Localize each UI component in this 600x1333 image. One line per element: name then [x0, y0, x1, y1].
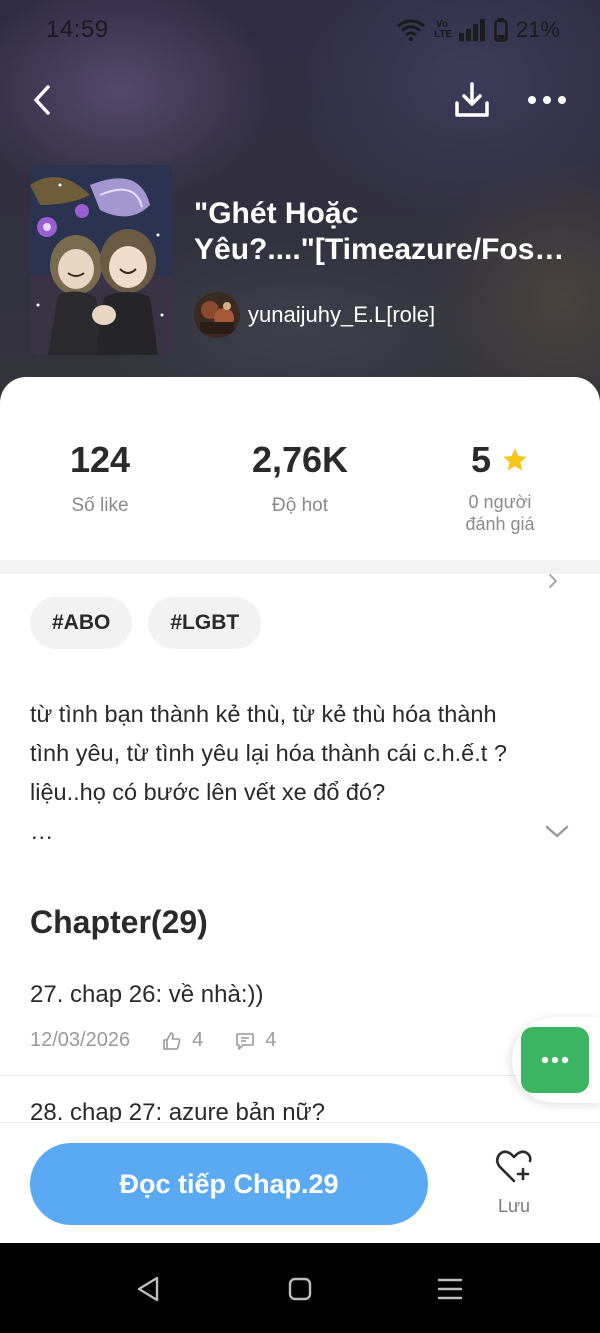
- square-home-icon: [288, 1277, 312, 1301]
- hot-count: 2,76K: [251, 439, 349, 480]
- chapter-heading: Chapter(29): [30, 904, 208, 940]
- download-icon: [455, 82, 489, 117]
- cover-artwork: [30, 165, 172, 355]
- description-text: từ tình bạn thành kẻ thù, từ kẻ thù hóa …: [30, 701, 507, 805]
- chevron-left-icon: [34, 85, 50, 115]
- floating-chat-button[interactable]: [521, 1027, 589, 1093]
- chapter-date: 12/03/2026: [30, 1029, 131, 1051]
- author-name: yunaijuhy_E.L[role]: [248, 302, 436, 327]
- status-icons: Vo LTE 21%: [396, 17, 560, 43]
- thumbs-up-icon: [163, 1031, 181, 1050]
- rating-label-line-1: 0 người: [468, 492, 532, 512]
- comment-icon: [236, 1032, 255, 1050]
- more-options-button[interactable]: [525, 80, 569, 120]
- chapter-comments: 4: [265, 1029, 277, 1051]
- nav-home-button[interactable]: [280, 1273, 320, 1305]
- rating-value-row: 5: [400, 439, 600, 481]
- triangle-back-icon: [137, 1276, 159, 1302]
- book-title-line-2: Yêu?...."[Timeazure/Fos…: [194, 233, 565, 266]
- book-header: 14:59 Vo LTE 21% "Ghét Hoặc Yêu?...."[Ti…: [0, 0, 600, 420]
- tag-chip[interactable]: #LGBT: [148, 597, 262, 649]
- system-navigation-bar: [0, 1243, 600, 1333]
- book-description: từ tình bạn thành kẻ thù, từ kẻ thù hóa …: [30, 695, 540, 851]
- chapter-likes: 4: [192, 1029, 204, 1051]
- book-title: "Ghét Hoặc Yêu?...."[Timeazure/Fos…: [194, 196, 580, 268]
- rating-label: 0 người đánh giá: [465, 491, 534, 535]
- description-ellipsis: …: [30, 818, 54, 844]
- download-button[interactable]: [450, 78, 494, 122]
- rating-label-line-2: đánh giá: [465, 514, 535, 534]
- save-button[interactable]: Lưu: [478, 1149, 550, 1225]
- star-icon: [503, 448, 527, 471]
- nav-recents-button[interactable]: [430, 1273, 470, 1305]
- chapter-item[interactable]: 27. chap 26: về nhà:)) 12/03/2026 4 4: [0, 981, 600, 1052]
- status-time: 14:59: [46, 16, 109, 43]
- tag-chip[interactable]: #ABO: [30, 597, 133, 649]
- nav-back-button[interactable]: [128, 1273, 168, 1305]
- likes-label: Số like: [71, 495, 129, 516]
- stat-hot: 2,76K Độ hot: [200, 439, 400, 517]
- tag-list: #ABO #LGBT: [30, 597, 262, 649]
- back-button[interactable]: [22, 80, 62, 120]
- stat-likes: 124 Số like: [0, 439, 200, 517]
- stats-row: 124 Số like 2,76K Độ hot 5 0 người đánh …: [0, 439, 600, 588]
- book-cover[interactable]: [30, 165, 172, 355]
- book-title-line-1: "Ghét Hoặc: [194, 197, 359, 230]
- wifi-icon: [397, 19, 425, 42]
- continue-reading-button[interactable]: Đọc tiếp Chap.29: [30, 1143, 428, 1225]
- section-divider: [0, 560, 600, 574]
- more-horizontal-icon: [528, 96, 566, 104]
- more-horizontal-icon: [541, 1056, 569, 1064]
- signal-icon: [458, 19, 485, 41]
- save-label: Lưu: [497, 1196, 531, 1216]
- battery-percent: 21%: [515, 17, 560, 42]
- volte-indicator: Vo LTE: [433, 19, 453, 40]
- author-avatar: [194, 292, 240, 338]
- row-divider: [0, 1075, 600, 1076]
- hot-label: Độ hot: [272, 495, 328, 516]
- chapter-title: 27. chap 26: về nhà:)): [30, 981, 264, 1008]
- chevron-right-icon[interactable]: [547, 573, 559, 589]
- bottom-action-bar: Đọc tiếp Chap.29 Lưu: [0, 1122, 600, 1243]
- rating-value: 5: [470, 439, 492, 480]
- expand-description-button[interactable]: [542, 820, 572, 844]
- battery-icon: [494, 18, 508, 42]
- stat-rating[interactable]: 5 0 người đánh giá: [400, 439, 600, 535]
- avatar-image: [194, 292, 240, 338]
- likes-count: 124: [69, 439, 131, 480]
- chapter-meta: 12/03/2026 4 4: [30, 1029, 570, 1052]
- heart-plus-icon: [495, 1150, 532, 1183]
- floating-action-container: [512, 1017, 600, 1103]
- author-link[interactable]: yunaijuhy_E.L[role]: [194, 292, 435, 338]
- chevron-down-icon: [545, 825, 569, 838]
- status-bar: 14:59 Vo LTE 21%: [46, 14, 560, 46]
- menu-lines-icon: [437, 1278, 463, 1300]
